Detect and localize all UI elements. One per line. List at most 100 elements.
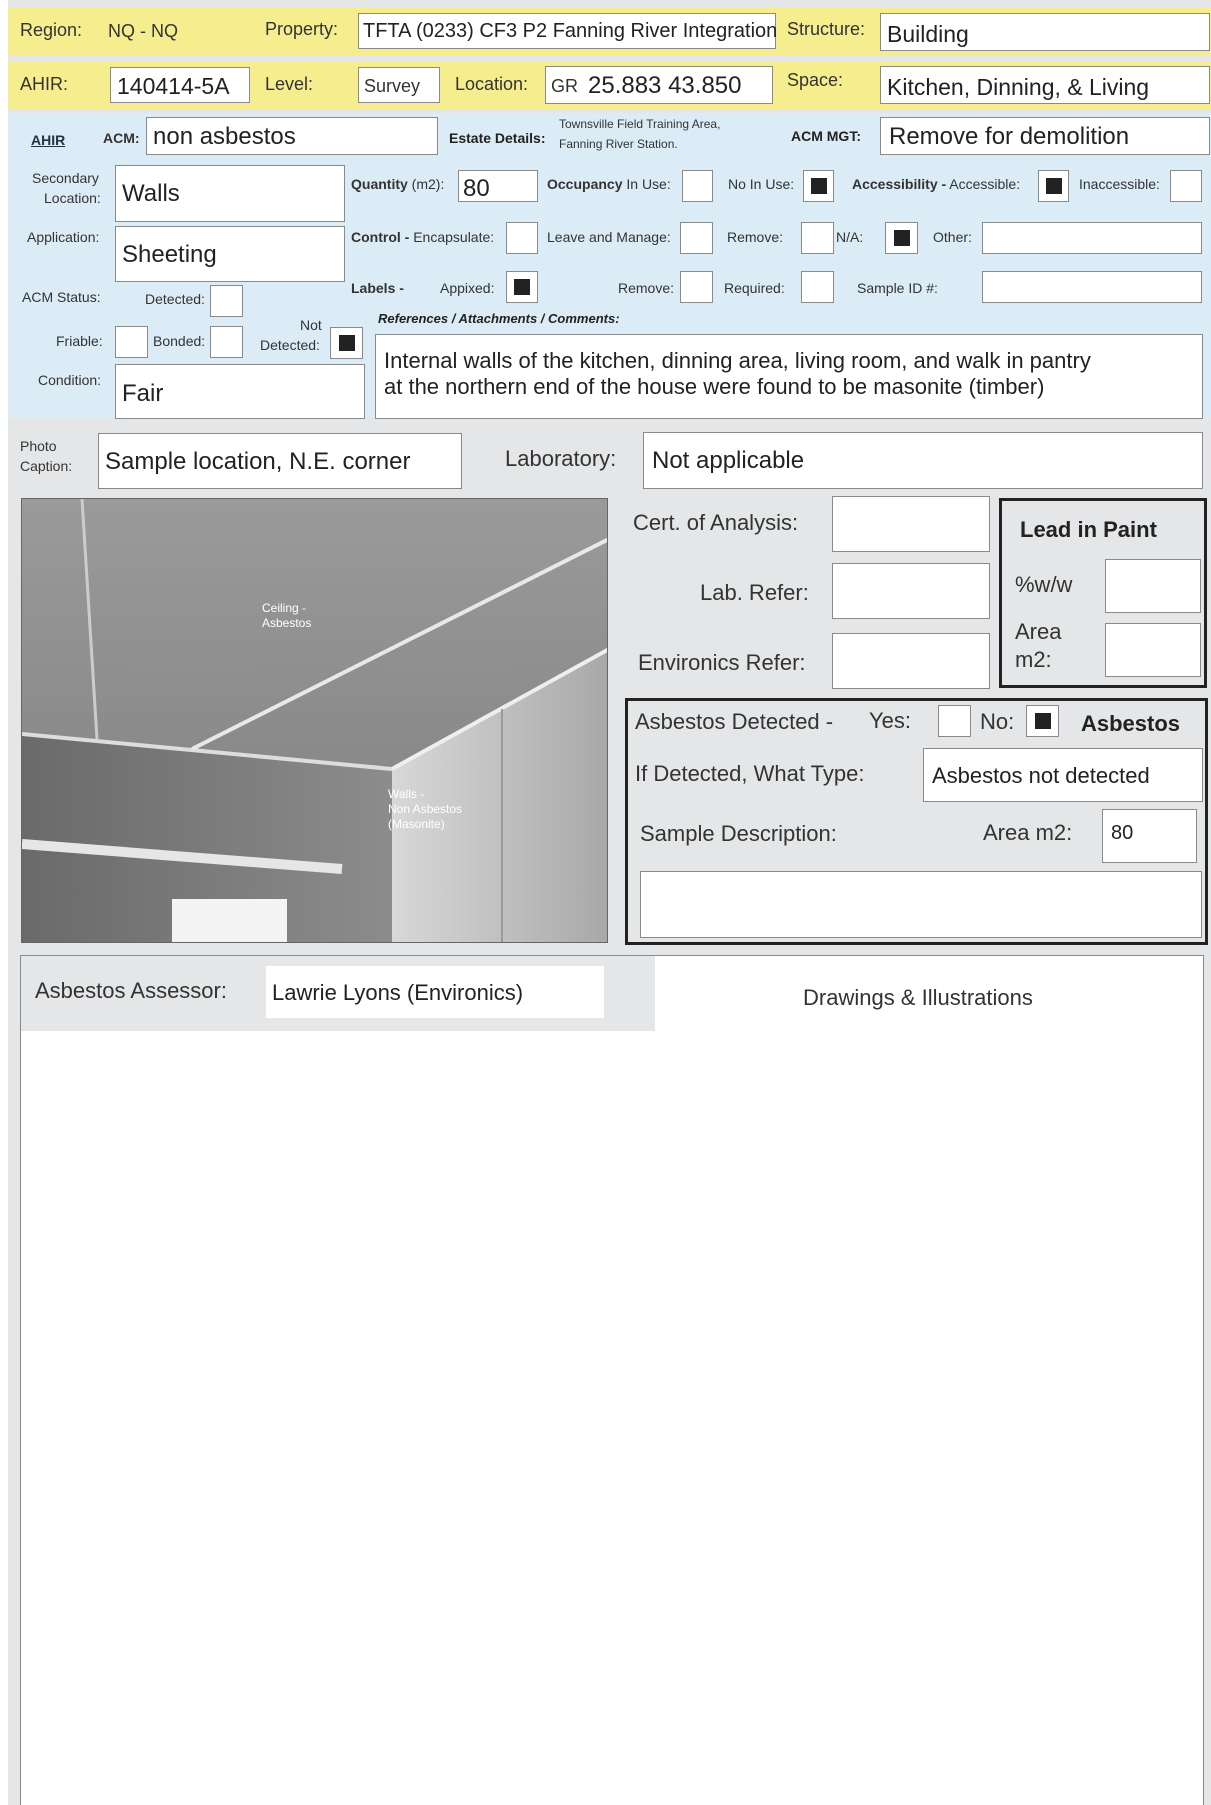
sample-description-field[interactable] xyxy=(640,871,1202,938)
asbestos-area-label: Area m2: xyxy=(983,820,1073,845)
not-detected-checkbox[interactable] xyxy=(330,327,363,359)
condition-value: Fair xyxy=(122,380,164,407)
region-label: Region: xyxy=(20,20,83,40)
level-label: Level: xyxy=(265,74,314,94)
drawings-panel xyxy=(20,955,1204,1805)
condition-field[interactable]: Fair xyxy=(115,364,365,419)
secondary-label-2: Location: xyxy=(44,190,101,206)
checkbox-mark xyxy=(810,178,827,194)
estate-line-1: Townsville Field Training Area, xyxy=(559,117,721,131)
asbestos-area-field[interactable]: 80 xyxy=(1102,809,1197,863)
quantity-label-text: Quantity xyxy=(351,176,408,192)
detected-label: Detected: xyxy=(145,291,205,307)
walls-caption-3: (Masonite) xyxy=(388,817,445,831)
assessor-label: Asbestos Assessor: xyxy=(35,978,227,1003)
sample-id-field[interactable] xyxy=(982,271,1202,303)
property-label: Property: xyxy=(265,19,339,39)
lab-refer-field[interactable] xyxy=(832,563,990,619)
space-field[interactable]: Kitchen, Dinning, & Living xyxy=(880,66,1210,104)
property-field[interactable]: TFTA (0233) CF3 P2 Fanning River Integra… xyxy=(358,13,778,49)
acm-mgt-value: Remove for demolition xyxy=(889,123,1130,150)
application-field[interactable]: Sheeting xyxy=(115,226,345,282)
acm-value: non asbestos xyxy=(153,123,296,150)
condition-label: Condition: xyxy=(38,372,102,388)
property-value: TFTA (0233) CF3 P2 Fanning River Integra… xyxy=(363,20,778,42)
photo-drawing xyxy=(22,499,607,942)
structure-field[interactable]: Building xyxy=(880,13,1210,51)
ahir-field[interactable]: 140414-5A xyxy=(110,67,250,103)
accessibility-label-text: Accessibility - xyxy=(852,176,947,192)
checkbox-mark xyxy=(1045,178,1062,194)
environics-refer-field[interactable] xyxy=(832,633,990,689)
other-field[interactable] xyxy=(982,222,1202,254)
ww-field[interactable] xyxy=(1105,559,1201,613)
leave-manage-checkbox[interactable] xyxy=(680,222,713,254)
estate-label: Estate Details: xyxy=(449,130,546,146)
laboratory-field[interactable]: Not applicable xyxy=(643,432,1203,489)
required-label: Required: xyxy=(724,280,785,296)
cert-analysis-field[interactable] xyxy=(832,496,990,552)
level-field[interactable]: Survey xyxy=(358,67,440,103)
no-in-use-checkbox[interactable] xyxy=(803,170,834,202)
encapsulate-checkbox[interactable] xyxy=(506,222,538,254)
required-checkbox[interactable] xyxy=(801,271,834,303)
sample-description-label: Sample Description: xyxy=(640,821,837,846)
na-label: N/A: xyxy=(836,229,864,245)
ceiling-caption-2: Asbestos xyxy=(262,616,312,630)
comments-field[interactable]: Internal walls of the kitchen, dinning a… xyxy=(375,334,1203,419)
lead-area-field[interactable] xyxy=(1105,623,1201,677)
space-label: Space: xyxy=(787,70,844,90)
ahir-link[interactable]: AHIR xyxy=(31,132,65,148)
not-label: Not xyxy=(300,317,322,333)
control-remove-label: Remove: xyxy=(727,229,784,245)
structure-value: Building xyxy=(887,21,969,47)
appixed-checkbox[interactable] xyxy=(506,271,538,303)
environics-refer-label: Environics Refer: xyxy=(638,650,806,675)
checkbox-mark xyxy=(514,279,530,295)
ahir-label: AHIR: xyxy=(20,74,69,94)
laboratory-value: Not applicable xyxy=(652,447,805,474)
quantity-label: Quantity (m2): xyxy=(351,176,444,192)
control-remove-checkbox[interactable] xyxy=(801,222,834,254)
lead-area-label-1: Area xyxy=(1015,619,1062,644)
not-detected-label: Detected: xyxy=(260,337,320,353)
application-value: Sheeting xyxy=(122,241,217,268)
lab-refer-label: Lab. Refer: xyxy=(700,580,809,605)
location-field[interactable]: GR 25.883 43.850 xyxy=(545,66,773,104)
acm-mgt-field[interactable]: Remove for demolition xyxy=(880,117,1210,155)
labels-label: Labels - xyxy=(351,280,404,296)
secondary-location-field[interactable]: Walls xyxy=(115,165,345,222)
assessor-field[interactable]: Lawrie Lyons (Environics) xyxy=(266,966,604,1018)
asbestos-no-checkbox[interactable] xyxy=(1026,705,1059,737)
detected-checkbox[interactable] xyxy=(210,285,243,317)
labels-remove-checkbox[interactable] xyxy=(680,271,713,303)
bonded-checkbox[interactable] xyxy=(210,326,243,358)
ceiling-caption-1: Ceiling - xyxy=(262,601,307,615)
accessible-checkbox[interactable] xyxy=(1038,170,1069,202)
asbestos-title: Asbestos xyxy=(1081,711,1181,736)
friable-label: Friable: xyxy=(56,333,103,349)
cert-analysis-label: Cert. of Analysis: xyxy=(633,510,799,535)
detected-type-label: If Detected, What Type: xyxy=(635,761,865,786)
control-label: Control - Encapsulate: xyxy=(351,229,494,245)
application-label: Application: xyxy=(27,229,100,245)
appixed-label: Appixed: xyxy=(440,280,495,296)
acm-field[interactable]: non asbestos xyxy=(146,117,438,155)
inaccessible-checkbox[interactable] xyxy=(1170,170,1202,202)
asbestos-panel: Asbestos Detected - Yes: No: Asbestos If… xyxy=(625,698,1208,945)
checkbox-mark xyxy=(893,230,910,246)
bonded-label: Bonded: xyxy=(153,333,206,349)
acm-mgt-label: ACM MGT: xyxy=(791,128,861,144)
in-use-checkbox[interactable] xyxy=(682,170,713,202)
quantity-field[interactable]: 80 xyxy=(458,170,538,202)
checkbox-mark xyxy=(338,335,355,351)
friable-checkbox[interactable] xyxy=(115,326,148,358)
asbestos-yes-checkbox[interactable] xyxy=(938,705,971,737)
caption-label-2: Caption: xyxy=(20,458,73,474)
occupancy-label: Occupancy In Use: xyxy=(547,176,671,192)
caption-value: Sample location, N.E. corner xyxy=(105,448,411,475)
na-checkbox[interactable] xyxy=(885,222,918,254)
detected-type-field[interactable]: Asbestos not detected xyxy=(923,748,1203,802)
asbestos-yes-label: Yes: xyxy=(869,708,912,733)
caption-field[interactable]: Sample location, N.E. corner xyxy=(98,433,462,489)
